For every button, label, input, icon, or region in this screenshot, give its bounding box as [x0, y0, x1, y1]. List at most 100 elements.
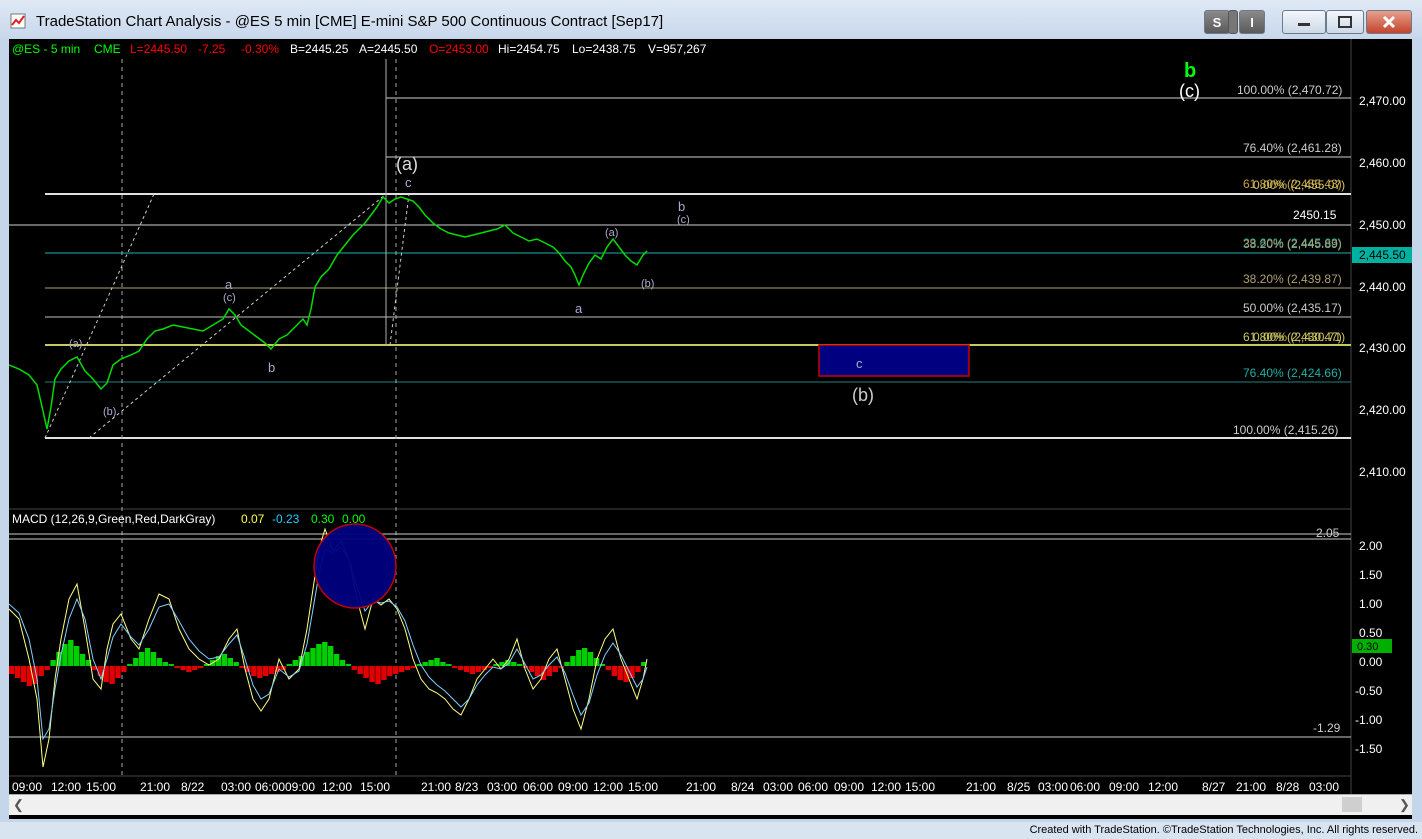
strategy-button[interactable]: S — [1204, 10, 1230, 34]
macd-histogram-bar — [198, 666, 204, 668]
macd-histogram-bar — [322, 642, 328, 666]
time-axis-label: 8/27 — [1202, 780, 1226, 794]
time-axis-label: 8/28 — [1276, 780, 1300, 794]
status-bar: Created with TradeStation. ©TradeStation… — [0, 822, 1422, 839]
macd-histogram-bar — [393, 666, 399, 674]
wave-b-paren-left: (b) — [103, 406, 116, 418]
indicator-button-label: I — [1250, 14, 1254, 30]
wave-a-paren-left: (a) — [69, 338, 82, 350]
price-tick-5: 2,430.00 — [1359, 341, 1406, 355]
macd-histogram-bar — [121, 666, 127, 672]
macd-histogram-bar — [328, 646, 334, 666]
wave-a-low: a — [575, 301, 583, 316]
close-icon — [1382, 15, 1396, 29]
minimize-icon — [1298, 23, 1310, 26]
fib-label-0-top: 0.00% (2,455.07) — [1253, 178, 1345, 192]
macd-histogram-bar — [257, 666, 263, 678]
macd-histogram-bar — [357, 666, 363, 674]
macd-histogram-bar — [446, 664, 452, 666]
macd-tick-4: 0.50 — [1359, 626, 1383, 640]
time-axis-label: 06:00 — [255, 780, 285, 794]
macd-histogram-bar — [458, 666, 464, 670]
macd-histogram-bar — [316, 644, 322, 666]
time-axis-label: 8/25 — [1007, 780, 1031, 794]
macd-value-2: -0.23 — [272, 512, 300, 526]
price-tick-3: 2,450.00 — [1359, 218, 1406, 232]
horizontal-scrollbar[interactable]: ❮ ❯ — [9, 794, 1412, 815]
header-last: L=2445.50 — [130, 42, 187, 56]
macd-histogram-bar — [150, 652, 157, 666]
macd-histogram-bar — [440, 662, 446, 666]
time-axis-label: 21:00 — [140, 780, 170, 794]
macd-histogram-bar — [635, 666, 641, 672]
price-chart[interactable]: @ES - 5 min CME L=2445.50 -7.25 -0.30% B… — [8, 39, 1412, 794]
macd-histogram-bar — [410, 666, 417, 668]
macd-histogram-bar — [156, 658, 163, 666]
macd-value-3: 0.30 — [311, 512, 335, 526]
time-axis-label: 12:00 — [593, 780, 623, 794]
macd-label: MACD (12,26,9,Green,Red,DarkGray) — [12, 512, 215, 526]
wave-c-paren-mid: (c) — [223, 292, 236, 304]
macd-histogram-bar — [44, 666, 50, 670]
macd-histogram-bar — [452, 666, 458, 668]
maximize-icon — [1338, 16, 1352, 28]
price-tick-7: 2,410.00 — [1359, 465, 1406, 479]
header-volume: V=957,267 — [648, 42, 707, 56]
macd-tag-top: 2.05 — [1316, 526, 1340, 540]
macd-tick-6: -0.50 — [1355, 684, 1383, 698]
price-tick-1: 2,470.00 — [1359, 94, 1406, 108]
time-axis-label: 8/23 — [455, 780, 479, 794]
time-axis-label: 12:00 — [871, 780, 901, 794]
macd-histogram-bar — [422, 662, 428, 666]
fib-level-2450: 2450.15 — [1293, 208, 1337, 222]
scroll-thumb[interactable] — [1342, 797, 1362, 812]
scroll-left-icon[interactable]: ❮ — [13, 797, 24, 813]
scroll-right-icon[interactable]: ❯ — [1399, 797, 1410, 813]
fib-label-764-top: 76.40% (2,461.28) — [1243, 141, 1342, 155]
indicator-button[interactable]: I — [1239, 10, 1265, 34]
header-high: Hi=2454.75 — [498, 42, 560, 56]
header-bid: B=2445.25 — [290, 42, 349, 56]
target-zone-box — [818, 344, 970, 377]
maximize-button[interactable] — [1326, 10, 1364, 34]
macd-histogram-bar — [38, 666, 44, 676]
wave-c-box: c — [856, 356, 863, 371]
window-title: TradeStation Chart Analysis - @ES 5 min … — [36, 13, 664, 30]
time-axis-label: 15:00 — [360, 780, 390, 794]
macd-tick-1: 2.00 — [1359, 539, 1383, 553]
macd-histogram-bar — [251, 666, 257, 676]
wave-b-paren-large: (b) — [852, 385, 874, 405]
macd-histogram-bar — [115, 666, 121, 678]
title-bar: TradeStation Chart Analysis - @ES 5 min … — [0, 0, 1422, 38]
macd-tick-7: -1.00 — [1355, 713, 1383, 727]
macd-histogram-bar — [174, 666, 180, 668]
wave-b-mid: b — [268, 360, 275, 375]
macd-current-tag-label: 0.30 — [1357, 641, 1378, 653]
strategy-dropdown-chevron-icon[interactable] — [1228, 10, 1238, 34]
macd-histogram-bar — [363, 666, 369, 678]
macd-histogram-bar — [139, 652, 145, 666]
macd-histogram-bar — [434, 658, 440, 666]
strategy-button-label: S — [1212, 14, 1222, 30]
macd-histogram-bar — [286, 664, 292, 666]
fib-label-50: 50.00% (2,435.17) — [1243, 301, 1342, 315]
fib-label-382: 38.20% (2,439.87) — [1243, 272, 1342, 286]
header-exchange: CME — [94, 42, 121, 56]
macd-histogram-bar — [133, 658, 139, 666]
minimize-button[interactable] — [1282, 10, 1326, 34]
time-axis-label: 21:00 — [421, 780, 451, 794]
macd-value-1: 0.07 — [241, 512, 265, 526]
macd-histogram-bar — [50, 660, 56, 666]
time-axis-label: 21:00 — [966, 780, 996, 794]
time-axis-label: 12:00 — [1148, 780, 1178, 794]
macd-tick-2: 1.50 — [1359, 568, 1383, 582]
macd-histogram-bar — [168, 664, 174, 666]
close-button[interactable] — [1366, 10, 1412, 34]
time-axis-label: 09:00 — [1109, 780, 1139, 794]
chart-area[interactable]: @ES - 5 min CME L=2445.50 -7.25 -0.30% B… — [8, 39, 1412, 819]
macd-histogram-bar — [582, 648, 588, 666]
macd-histogram-bar — [398, 666, 405, 672]
time-axis-label: 06:00 — [798, 780, 828, 794]
macd-tag-bottom: -1.29 — [1313, 721, 1341, 735]
macd-histogram-bar — [351, 666, 357, 670]
